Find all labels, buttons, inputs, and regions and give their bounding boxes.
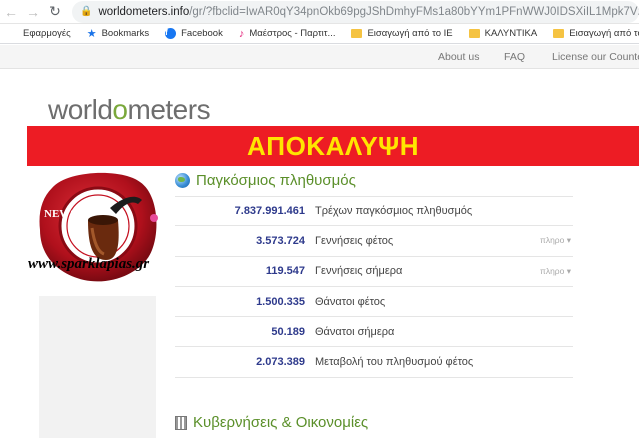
back-arrow-icon[interactable]: ← (0, 0, 22, 24)
music-note-icon: ♪ (238, 27, 245, 40)
stat-value: 7.837.991.461 (234, 205, 305, 218)
stat-value: 2.073.389 (256, 356, 305, 369)
bookmark-label: Bookmarks (101, 28, 150, 39)
stat-value: 3.573.724 (256, 234, 305, 247)
bookmarks-bar: Εφαρμογές ★ Bookmarks f Facebook ♪ Μαέστ… (0, 24, 639, 44)
folder-icon (351, 29, 363, 38)
license-counters-link[interactable]: License our Counters (552, 51, 639, 63)
stat-label: Γεννήσεις σήμερα (315, 265, 403, 278)
stat-value: 50.189 (271, 325, 305, 338)
stat-label: Γεννήσεις φέτος (315, 234, 394, 247)
government-title-text: Κυβερνήσεις & Οικονομίες (193, 414, 369, 431)
worldometers-logo[interactable]: worldometers (48, 94, 211, 126)
stat-row: 119.547 Γεννήσεις σήμερα πληρο ▾ (175, 257, 573, 287)
bookmark-label: ΚΑΛΥΝΤΙΚΑ (484, 28, 538, 39)
site-top-nav: About us FAQ License our Counters (0, 45, 639, 69)
bookmark-apps[interactable]: Εφαρμογές (8, 28, 71, 39)
stat-row: 2.073.389 Μεταβολή του πληθυσμού φέτος (175, 347, 573, 378)
government-section-title[interactable]: Κυβερνήσεις & Οικονομίες (175, 414, 368, 431)
logo-text-end: meters (127, 94, 211, 125)
stat-label: Θάνατοι φέτος (315, 295, 386, 308)
more-toggle[interactable]: πληρο ▾ (540, 266, 571, 277)
star-icon: ★ (86, 28, 97, 40)
bookmark-folder-kalyntika[interactable]: ΚΑΛΥΝΤΙΚΑ (468, 28, 538, 39)
apps-grid-icon (8, 29, 18, 39)
folder-icon (468, 29, 480, 38)
population-title-text: Παγκόσμιος πληθυσμός (196, 172, 356, 189)
stat-label: Θάνατοι σήμερα (315, 325, 395, 338)
stat-row: 1.500.335 Θάνατοι φέτος (175, 287, 573, 318)
seal-news-text: NEWS (44, 208, 77, 220)
url-domain: worldometers.info (98, 5, 190, 18)
faq-link[interactable]: FAQ (504, 51, 525, 63)
population-section-title[interactable]: Παγκόσμιος πληθυσμός (175, 172, 356, 189)
url-path: /gr/?fbclid=IwAR0qY34pnOkb69pgJShDmhyFMs… (189, 5, 639, 18)
stat-label: Τρέχων παγκόσμιος πληθυσμός (315, 205, 473, 218)
building-icon (175, 415, 187, 430)
bookmark-label: Εισαγωγή από το I... (569, 28, 639, 39)
population-stats-table: 7.837.991.461 Τρέχων παγκόσμιος πληθυσμό… (175, 196, 573, 378)
bookmark-facebook[interactable]: f Facebook (165, 28, 223, 39)
address-bar[interactable]: 🔒 worldometers.info/gr/?fbclid=IwAR0qY34… (72, 0, 639, 23)
stat-value: 1.500.335 (256, 295, 305, 308)
bookmark-label: Εισαγωγή από το IE (367, 28, 453, 39)
logo-text-o: o (112, 94, 128, 125)
ad-placeholder (39, 296, 156, 438)
logo-text-start: world (48, 94, 113, 125)
banner-text: ΑΠΟΚΑΛΥΨΗ (247, 130, 419, 161)
bookmark-maestros[interactable]: ♪ Μαέστρος - Παρτιτ... (239, 28, 336, 40)
stat-row: 3.573.724 Γεννήσεις φέτος πληρο ▾ (175, 226, 573, 257)
bookmark-folder-ie[interactable]: Εισαγωγή από το IE (351, 28, 453, 39)
stat-row: 7.837.991.461 Τρέχων παγκόσμιος πληθυσμό… (175, 196, 573, 227)
bookmark-bookmarks[interactable]: ★ Bookmarks (87, 27, 149, 40)
facebook-icon: f (165, 28, 177, 39)
folder-icon (553, 29, 565, 38)
more-toggle[interactable]: πληρο ▾ (540, 235, 571, 246)
stat-label: Μεταβολή του πληθυσμού φέτος (315, 356, 474, 369)
stat-value: 119.547 (265, 265, 305, 278)
reload-icon[interactable]: ↻ (44, 0, 66, 24)
about-us-link[interactable]: About us (438, 51, 479, 63)
headline-banner: ΑΠΟΚΑΛΥΨΗ (27, 126, 639, 166)
forward-arrow-icon[interactable]: → (22, 0, 44, 24)
bookmark-label: Facebook (181, 28, 223, 39)
browser-toolbar: ← → ↻ 🔒 worldometers.info/gr/?fbclid=IwA… (0, 0, 639, 24)
bookmark-label: Μαέστρος - Παρτιτ... (249, 28, 336, 39)
bookmark-folder-ie-2[interactable]: Εισαγωγή από το I... (553, 28, 639, 39)
bookmark-label: Εφαρμογές (23, 28, 71, 39)
lock-icon: 🔒 (80, 6, 93, 17)
globe-icon (175, 173, 190, 188)
seal-website-text: www.sparklapias.gr (28, 256, 150, 272)
stat-row: 50.189 Θάνατοι σήμερα (175, 317, 573, 348)
